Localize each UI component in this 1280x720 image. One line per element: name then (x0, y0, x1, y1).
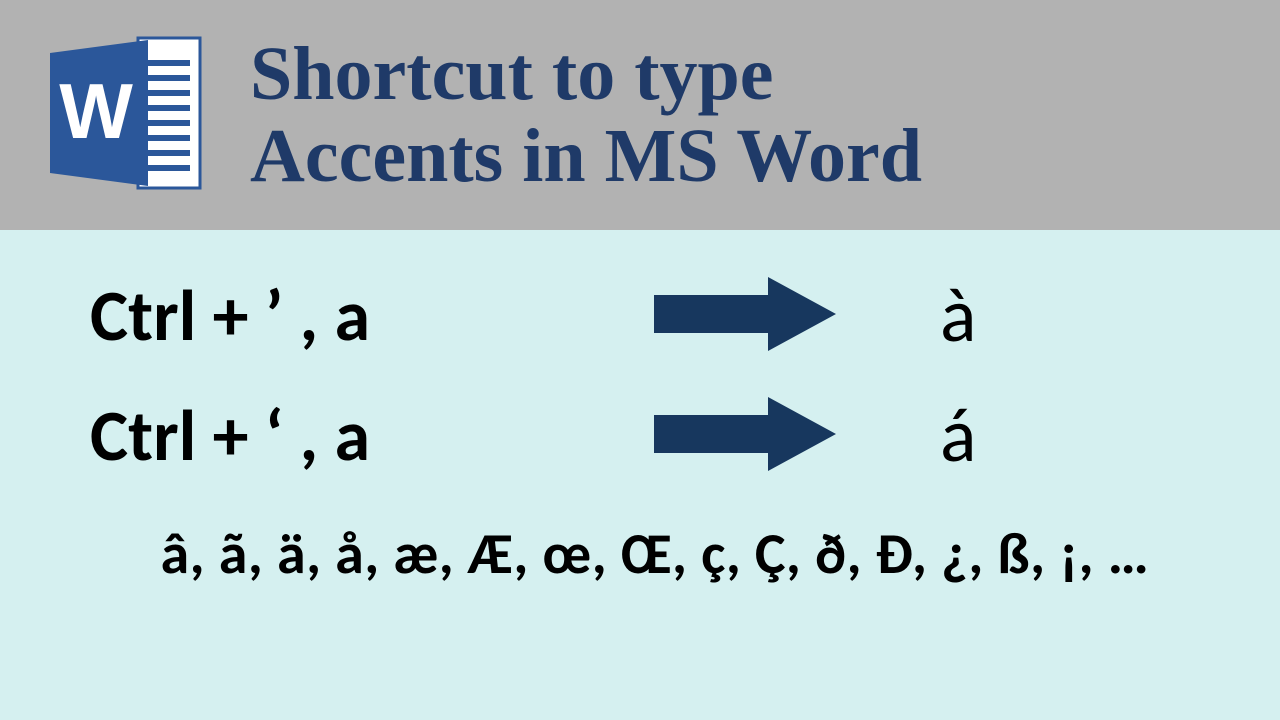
shortcut-row: Ctrl + ‘ , a á (90, 390, 1220, 482)
result-char: à (940, 270, 976, 362)
shortcut-text: Ctrl + ’ , a (90, 272, 650, 360)
arrow-right-icon (650, 273, 840, 360)
content-area: Ctrl + ’ , a à Ctrl + ‘ , a á â, ã, ä, å… (0, 230, 1280, 589)
result-char: á (940, 390, 976, 482)
arrow-right-icon (650, 393, 840, 480)
accent-character-list: â, ã, ä, å, æ, Æ, œ, Œ, ç, Ç, ð, Đ, ¿, ß… (90, 518, 1220, 589)
shortcut-row: Ctrl + ’ , a à (90, 270, 1220, 362)
word-icon: W (40, 28, 210, 203)
svg-text:W: W (59, 67, 133, 155)
header-bar: W Shortcut to type Accents in MS Word (0, 0, 1280, 230)
page-title: Shortcut to type Accents in MS Word (250, 33, 922, 197)
shortcut-text: Ctrl + ‘ , a (90, 392, 650, 480)
